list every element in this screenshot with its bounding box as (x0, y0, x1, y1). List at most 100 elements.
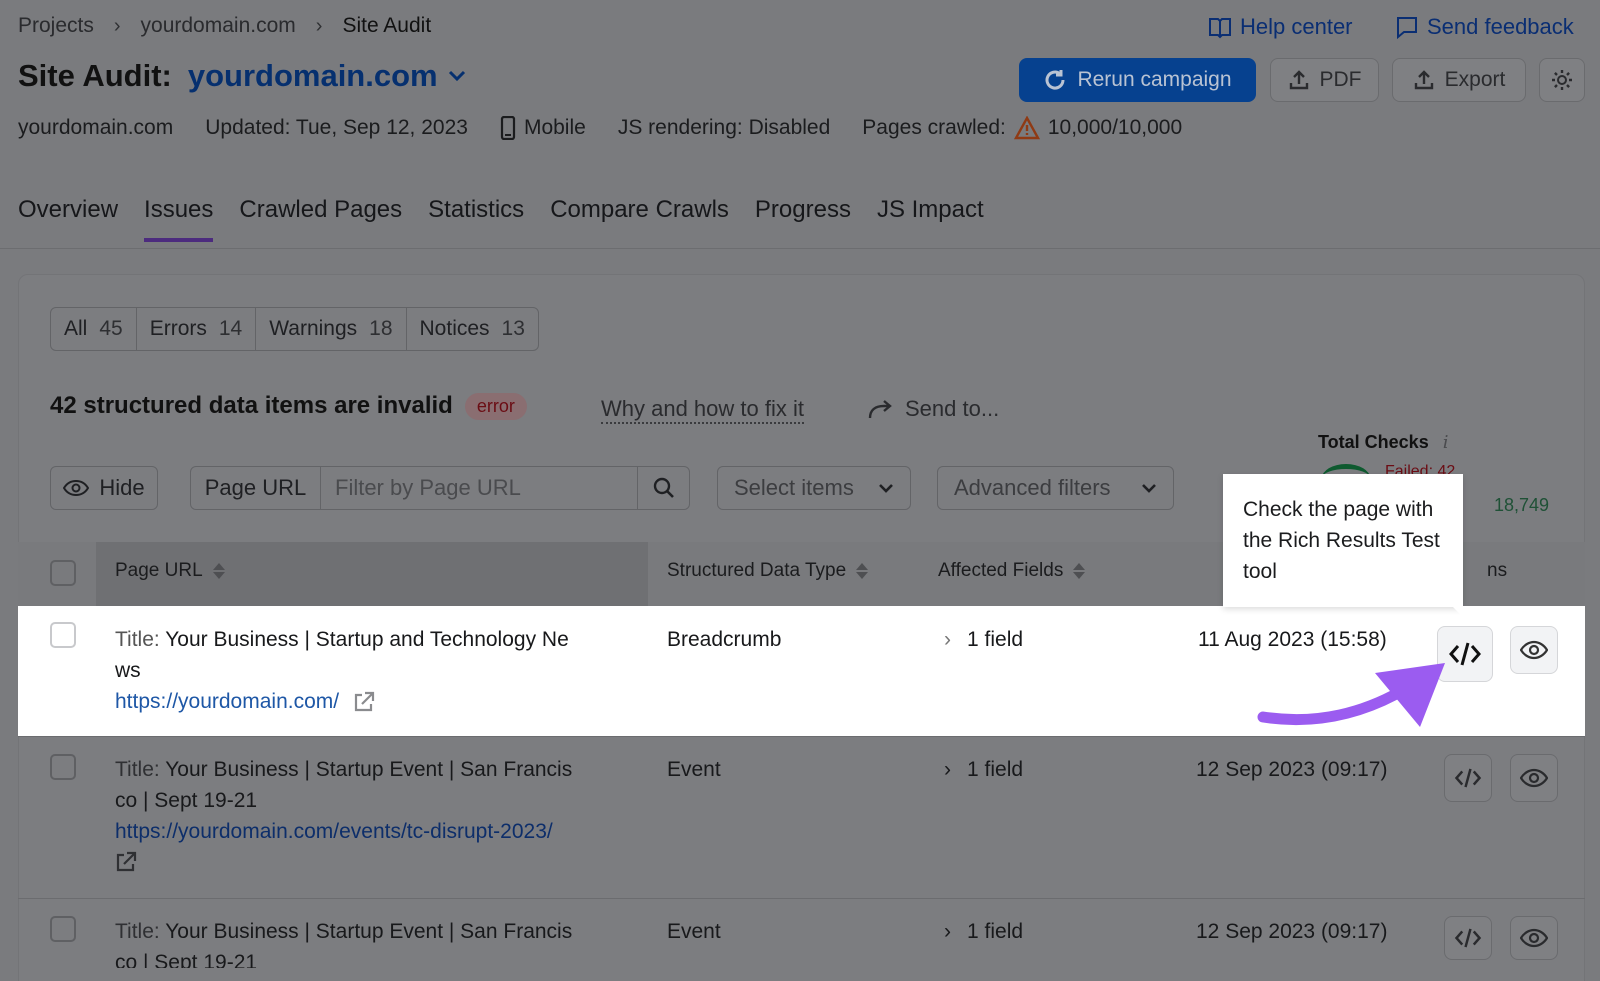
column-header-structured-data-type[interactable]: Structured Data Type (667, 560, 869, 582)
export-button[interactable]: Export (1392, 58, 1526, 102)
row-checkbox[interactable] (50, 916, 76, 942)
view-page-button[interactable] (1510, 626, 1558, 674)
share-arrow-icon (868, 400, 892, 419)
page-title: Site Audit: yourdomain.com (18, 58, 466, 94)
page-url-link[interactable]: https://yourdomain.com/events/tc-disrupt… (115, 816, 635, 847)
chevron-right-icon: › (944, 758, 951, 781)
meta-device: Mobile (500, 116, 586, 140)
why-and-how-link[interactable]: Why and how to fix it (601, 396, 804, 424)
chevron-down-icon (1142, 484, 1156, 493)
select-all-checkbox[interactable] (50, 560, 76, 586)
code-icon (1454, 768, 1482, 788)
sort-icon (856, 563, 869, 579)
tab-bar: Overview Issues Crawled Pages Statistics… (18, 196, 1010, 242)
row-affected-fields[interactable]: › 1 field (944, 624, 1023, 655)
passed-count: 18,749 (1494, 495, 1550, 515)
tab-overview[interactable]: Overview (18, 196, 118, 242)
error-badge: error (464, 392, 527, 420)
pdf-button[interactable]: PDF (1270, 58, 1379, 102)
eye-icon (63, 479, 90, 497)
page-url-link[interactable]: https://yourdomain.com/ (115, 686, 339, 717)
column-header-affected-fields[interactable]: Affected Fields (938, 560, 1086, 582)
breadcrumb-current: Site Audit (342, 14, 432, 37)
info-icon[interactable]: i (1443, 432, 1449, 453)
column-header-page-url[interactable]: Page URL (115, 560, 225, 582)
eye-icon (1520, 768, 1548, 788)
select-items-dropdown[interactable]: Select items (717, 466, 911, 510)
filter-errors[interactable]: Errors 14 (137, 308, 257, 350)
eye-icon (1520, 928, 1548, 948)
tab-compare-crawls[interactable]: Compare Crawls (550, 196, 729, 242)
send-feedback-link[interactable]: Send feedback (1395, 14, 1574, 40)
warning-icon (1013, 116, 1040, 140)
breadcrumb-domain[interactable]: yourdomain.com (141, 14, 296, 38)
row-checkbox[interactable] (50, 754, 76, 780)
row-affected-fields[interactable]: › 1 field (944, 754, 1023, 785)
view-page-button[interactable] (1510, 754, 1558, 802)
upload-icon (1414, 70, 1433, 90)
code-icon (1454, 928, 1482, 948)
filter-warnings[interactable]: Warnings 18 (256, 308, 407, 350)
breadcrumb: Projects › yourdomain.com › Site Audit (18, 14, 431, 38)
eye-icon (1520, 640, 1548, 660)
chevron-right-icon: › (113, 14, 121, 37)
filter-notices[interactable]: Notices 13 (407, 308, 538, 350)
row-data-type: Breadcrumb (667, 628, 782, 651)
search-button[interactable] (637, 467, 689, 509)
column-header-actions: ns (1487, 560, 1508, 581)
chevron-down-icon (448, 70, 465, 82)
domain-selector[interactable]: yourdomain.com (188, 58, 466, 94)
rich-results-tooltip: Check the page with the Rich Results Tes… (1223, 474, 1463, 607)
tab-issues[interactable]: Issues (144, 196, 214, 242)
row-date: 12 Sep 2023 (09:17) (1196, 758, 1388, 781)
settings-button[interactable] (1539, 58, 1585, 102)
row-divider (18, 736, 1585, 737)
filter-all[interactable]: All 45 (51, 308, 137, 350)
chevron-right-icon: › (944, 920, 951, 943)
tooltip-arrow (1452, 606, 1472, 616)
search-icon (653, 477, 674, 498)
send-to-button[interactable]: Send to... (867, 396, 999, 422)
meta-pages-crawled: Pages crawled: 10,000/10,000 (862, 116, 1183, 140)
chat-icon (1397, 17, 1417, 39)
row-checkbox[interactable] (50, 622, 76, 648)
tab-statistics[interactable]: Statistics (428, 196, 524, 242)
tab-progress[interactable]: Progress (755, 196, 851, 242)
sort-icon (212, 563, 225, 579)
rich-results-test-button[interactable] (1444, 754, 1492, 802)
page-url-search-input[interactable] (321, 467, 637, 509)
refresh-icon (1045, 70, 1065, 90)
row-date: 11 Aug 2023 (15:58) (1198, 628, 1387, 651)
row-date: 12 Sep 2023 (09:17) (1196, 920, 1388, 943)
chevron-down-icon (879, 484, 893, 493)
total-checks-title: Total Checks i (1318, 432, 1449, 453)
project-meta: yourdomain.com Updated: Tue, Sep 12, 202… (18, 116, 1214, 140)
row-page-cell: Title: Your Business | Startup Event | S… (115, 754, 635, 882)
row-divider (18, 898, 1585, 899)
tab-crawled-pages[interactable]: Crawled Pages (239, 196, 402, 242)
chevron-right-icon: › (944, 628, 951, 651)
hide-button[interactable]: Hide (50, 466, 158, 510)
row-page-cell: Title: Your Business | Startup and Techn… (115, 624, 635, 717)
issue-type-filter: All 45 Errors 14 Warnings 18 Notices 13 (50, 307, 539, 351)
meta-updated: Updated: Tue, Sep 12, 2023 (205, 116, 468, 139)
row-page-cell: Title: Your Business | Startup Event | S… (115, 920, 573, 968)
highlight-arrow-icon (1257, 663, 1445, 727)
rich-results-test-button[interactable] (1444, 916, 1492, 960)
page-url-filter: Page URL (190, 466, 690, 510)
rerun-campaign-button[interactable]: Rerun campaign (1019, 58, 1256, 102)
chevron-right-icon: › (315, 14, 323, 37)
row-affected-fields[interactable]: › 1 field (944, 916, 1023, 947)
meta-domain: yourdomain.com (18, 116, 174, 139)
help-center-link[interactable]: Help center (1208, 14, 1353, 40)
breadcrumb-projects[interactable]: Projects (18, 14, 94, 38)
row-data-type: Event (667, 920, 721, 943)
view-page-button[interactable] (1510, 916, 1558, 960)
advanced-filters-dropdown[interactable]: Advanced filters (937, 466, 1174, 510)
row-data-type: Event (667, 758, 721, 781)
tab-js-impact[interactable]: JS Impact (877, 196, 984, 242)
mobile-icon (500, 116, 516, 140)
meta-js-rendering: JS rendering: Disabled (617, 116, 831, 139)
external-link-icon[interactable] (353, 691, 375, 713)
external-link-icon[interactable] (115, 851, 137, 873)
